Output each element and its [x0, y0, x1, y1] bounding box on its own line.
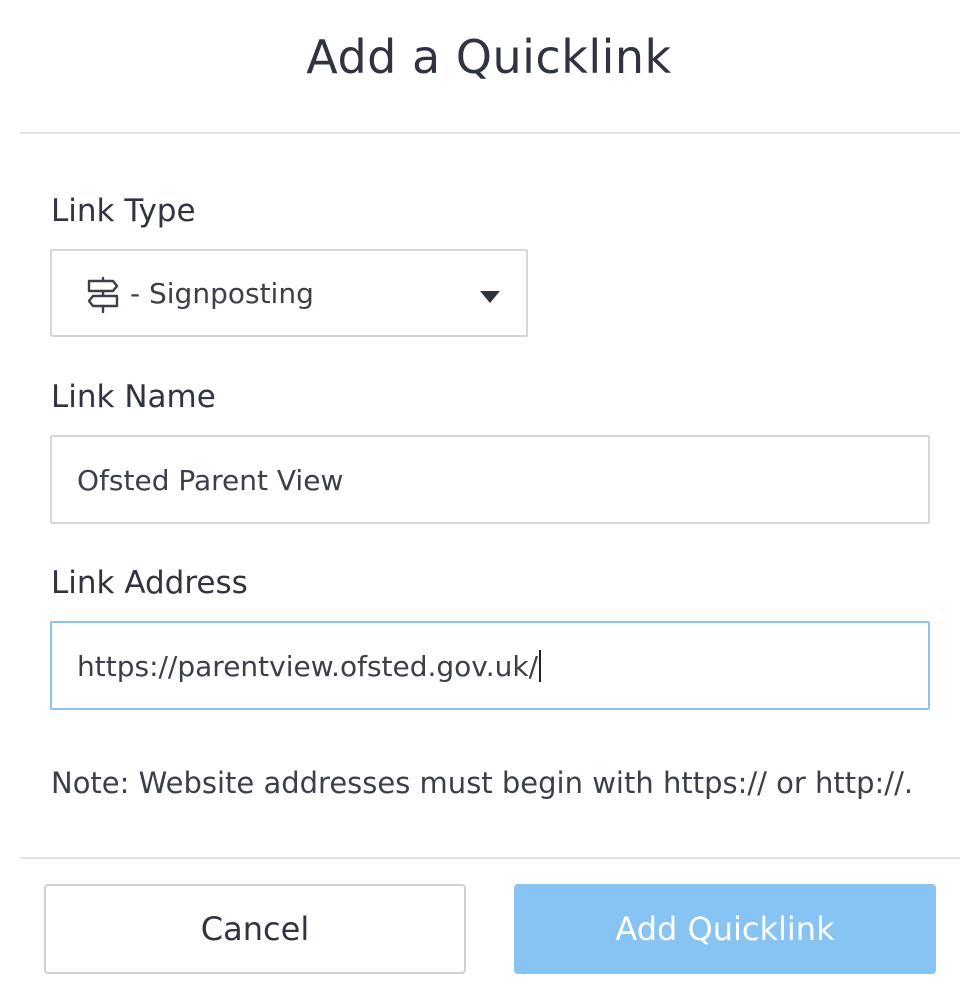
link-address-value-wrap: https://parentview.ofsted.gov.uk/ [77, 650, 542, 683]
link-name-field[interactable]: Ofsted Parent View [50, 435, 930, 524]
cancel-button[interactable]: Cancel [44, 884, 466, 974]
link-name-label: Link Name [51, 379, 216, 415]
link-type-value: - Signposting [130, 277, 314, 310]
footer-divider [20, 857, 960, 859]
add-quicklink-dialog: Add a Quicklink Link Type - Signposting … [0, 0, 978, 994]
link-address-value: https://parentview.ofsted.gov.uk/ [77, 650, 539, 683]
link-address-label: Link Address [51, 565, 248, 601]
add-quicklink-button[interactable]: Add Quicklink [514, 884, 936, 974]
signpost-icon [87, 277, 119, 313]
link-name-value: Ofsted Parent View [77, 464, 344, 497]
header-divider [20, 132, 960, 134]
link-type-select[interactable]: - Signposting [50, 249, 528, 337]
link-address-field[interactable]: https://parentview.ofsted.gov.uk/ [50, 621, 930, 710]
link-type-label: Link Type [51, 193, 196, 229]
chevron-down-icon [480, 291, 500, 303]
dialog-title: Add a Quicklink [306, 30, 672, 84]
text-cursor [539, 650, 542, 682]
address-note: Note: Website addresses must begin with … [51, 766, 914, 800]
